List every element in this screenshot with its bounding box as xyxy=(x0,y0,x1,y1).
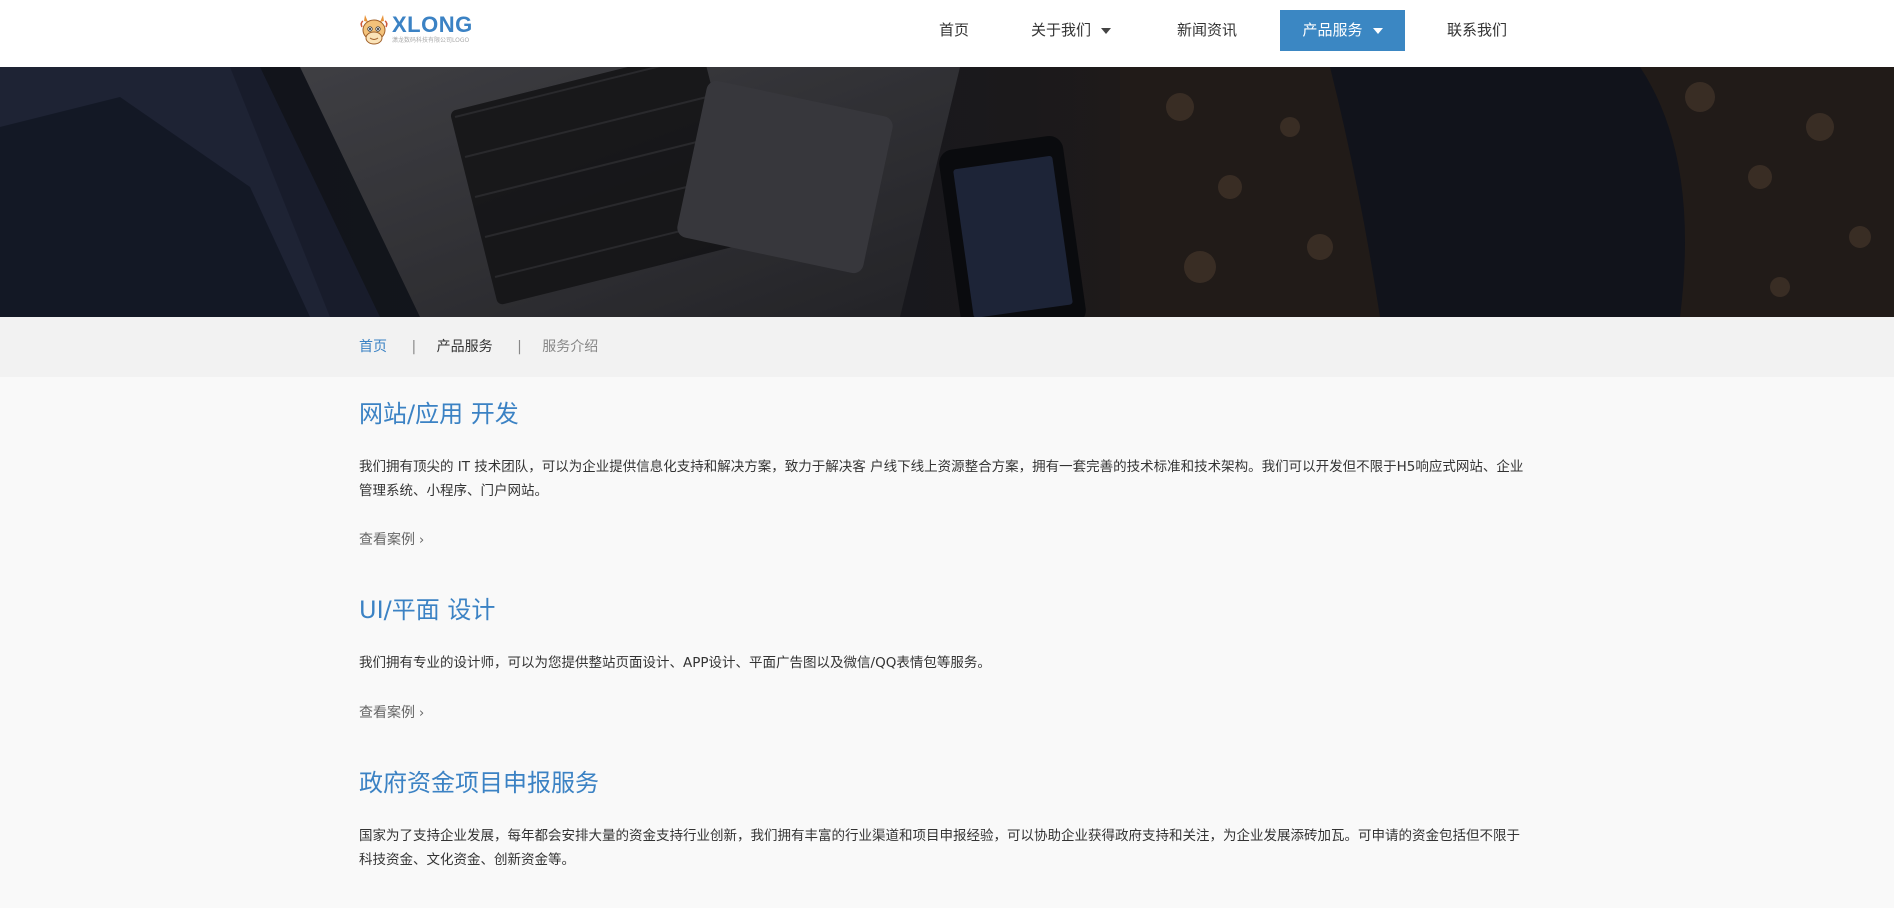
section-title-web-dev: 网站/应用 开发 xyxy=(359,400,519,428)
breadcrumb-category[interactable]: 产品服务 xyxy=(437,317,493,377)
nav-products-label: 产品服务 xyxy=(1302,21,1363,39)
breadcrumb-bar: 首页 | 产品服务 | 服务介绍 xyxy=(0,317,1894,377)
caret-down-icon xyxy=(1101,27,1111,34)
breadcrumb: 首页 | 产品服务 | 服务介绍 xyxy=(359,317,598,377)
caret-down-icon xyxy=(1372,27,1383,34)
nav-products[interactable]: 产品服务 xyxy=(1280,10,1405,51)
breadcrumb-separator: | xyxy=(517,339,522,355)
section-description-ui-design: 我们拥有专业的设计师，可以为您提供整站页面设计、APP设计、平面广告图以及微信/… xyxy=(359,655,991,671)
section-title-gov-funding: 政府资金项目申报服务 xyxy=(359,769,599,797)
nav-news-label: 新闻资讯 xyxy=(1176,21,1237,39)
nav-about-label: 关于我们 xyxy=(1030,21,1091,39)
site-header: XLONG 潇龙数码科技有限公司LOGO 首页 关于我们 新闻资讯 产品服务 联… xyxy=(0,0,1894,68)
main-nav: 首页 关于我们 新闻资讯 产品服务 联系我们 xyxy=(0,10,1894,51)
section-description-gov-funding: 国家为了支持企业发展，每年都会安排大量的资金支持行业创新，我们拥有丰富的行业渠道… xyxy=(359,828,1520,868)
hero-banner xyxy=(0,67,1894,317)
nav-home[interactable]: 首页 xyxy=(922,10,986,51)
section-title-ui-design: UI/平面 设计 xyxy=(359,596,496,624)
nav-home-label: 首页 xyxy=(938,21,969,39)
nav-contact-label: 联系我们 xyxy=(1446,21,1507,39)
breadcrumb-home[interactable]: 首页 xyxy=(359,317,387,377)
view-cases-label: 查看案例 xyxy=(359,532,415,548)
nav-about[interactable]: 关于我们 xyxy=(1016,10,1126,51)
chevron-right-icon: › xyxy=(419,706,425,721)
hero-image xyxy=(0,67,1894,317)
nav-news[interactable]: 新闻资讯 xyxy=(1160,10,1254,51)
breadcrumb-separator: | xyxy=(411,339,417,355)
view-cases-link-web-dev[interactable]: 查看案例 › xyxy=(359,529,424,549)
view-cases-link-ui-design[interactable]: 查看案例 › xyxy=(359,702,424,722)
chevron-right-icon: › xyxy=(419,533,425,548)
breadcrumb-current: 服务介绍 xyxy=(542,339,599,355)
view-cases-label: 查看案例 xyxy=(359,705,415,721)
nav-contact[interactable]: 联系我们 xyxy=(1430,10,1524,51)
section-description-web-dev: 我们拥有顶尖的 IT 技术团队，可以为企业提供信息化支持和解决方案，致力于解决客… xyxy=(359,459,1524,499)
